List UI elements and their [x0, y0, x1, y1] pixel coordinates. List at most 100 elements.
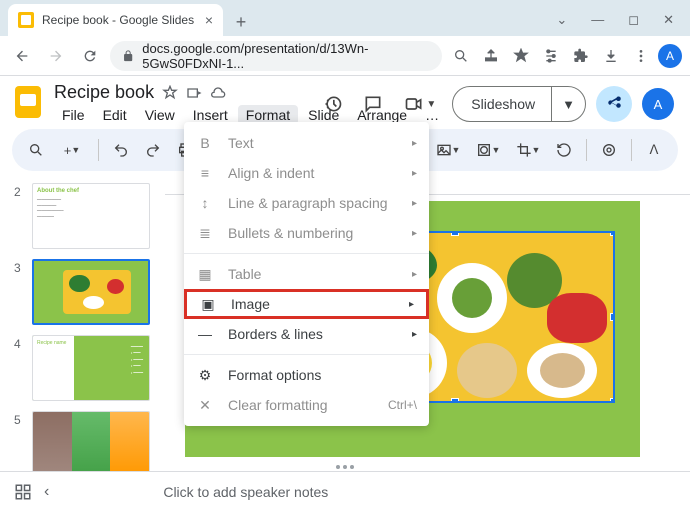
menu-item-icon: ≣: [196, 225, 214, 242]
account-avatar[interactable]: A: [642, 88, 674, 120]
menu-item-icon: ▦: [196, 266, 214, 283]
prev-arrow-icon[interactable]: ‹: [44, 483, 49, 501]
slide-thumb-3[interactable]: 3: [14, 259, 165, 325]
cloud-icon[interactable]: [210, 85, 226, 101]
mask-image-button[interactable]: ▼: [470, 136, 506, 164]
menu-item-icon: B: [196, 135, 214, 151]
url-text: docs.google.com/presentation/d/13Wn-5GwS…: [142, 41, 430, 71]
menu-item-icon: ↕: [196, 195, 214, 211]
redo-button[interactable]: [139, 136, 167, 164]
move-icon[interactable]: [186, 85, 202, 101]
slide-thumb-5[interactable]: 5: [14, 411, 165, 476]
submenu-arrow-icon: ▸: [412, 228, 417, 239]
menu-item-label: Bullets & numbering: [228, 225, 353, 241]
menu-item-label: Borders & lines: [228, 326, 323, 342]
format-menu-align-indent: ≡Align & indent▸: [184, 158, 429, 188]
menu-view[interactable]: View: [137, 105, 183, 125]
star-icon[interactable]: [162, 85, 178, 101]
format-menu-text: BText▸: [184, 128, 429, 158]
zoom-icon[interactable]: [448, 42, 474, 70]
format-menu: BText▸≡Align & indent▸↕Line & paragraph …: [184, 122, 429, 426]
menu-item-label: Clear formatting: [228, 397, 328, 413]
browser-tab[interactable]: Recipe book - Google Slides ×: [8, 4, 223, 36]
puzzle-icon[interactable]: [568, 42, 594, 70]
doc-title[interactable]: Recipe book: [54, 82, 154, 103]
format-menu-format-options[interactable]: ⚙ Format options: [184, 360, 429, 390]
history-icon[interactable]: [318, 89, 348, 119]
slide-number: 5: [14, 411, 24, 476]
slide-number: 4: [14, 335, 24, 401]
format-menu-borders-lines[interactable]: — Borders & lines ▸: [184, 319, 429, 349]
tune-icon[interactable]: [538, 42, 564, 70]
chrome-titlebar: Recipe book - Google Slides × + ⌄ — ◻ ✕: [0, 0, 690, 36]
new-tab-button[interactable]: +: [227, 8, 255, 36]
kebab-icon[interactable]: [628, 42, 654, 70]
reset-image-button[interactable]: [550, 136, 578, 164]
lock-icon: [122, 49, 134, 63]
filmstrip[interactable]: 2About the chef━━━━━━━━━━━━━━━━━━━━━━━━━…: [0, 177, 165, 476]
menu-edit[interactable]: Edit: [95, 105, 135, 125]
slideshow-button[interactable]: Slideshow ▼: [452, 86, 586, 122]
share-button[interactable]: [596, 86, 632, 122]
slides-logo[interactable]: [12, 82, 44, 122]
forward-button[interactable]: [42, 42, 70, 70]
window-controls: ⌄ — ◻ ✕: [556, 12, 690, 36]
chevron-down-icon[interactable]: ⌄: [556, 12, 567, 28]
new-slide-button[interactable]: +▼: [54, 136, 90, 164]
comment-icon[interactable]: [358, 89, 388, 119]
search-menus-icon[interactable]: [22, 136, 50, 164]
thumbnail[interactable]: Recipe name━━━━━• ━━━• ━━━━• ━━━• ━━━━: [32, 335, 150, 401]
thumbnail[interactable]: [32, 411, 150, 476]
toolbar-collapse-icon[interactable]: ᐱ: [640, 136, 668, 164]
format-menu-image[interactable]: ▣ Image ▸: [184, 289, 429, 319]
slide-number: 2: [14, 183, 24, 249]
menu-item-icon: —: [196, 326, 214, 342]
slideshow-caret[interactable]: ▼: [551, 87, 585, 121]
download-icon[interactable]: [598, 42, 624, 70]
thumbnail[interactable]: About the chef━━━━━━━━━━━━━━━━━━━━━━━━━━…: [32, 183, 150, 249]
reload-button[interactable]: [76, 42, 104, 70]
menu-item-icon: ✕: [196, 397, 214, 414]
maximize-icon[interactable]: ◻: [628, 12, 639, 28]
share-chrome-icon[interactable]: [478, 42, 504, 70]
menu-item-label: Line & paragraph spacing: [228, 195, 388, 211]
replace-image-button[interactable]: ▼: [430, 136, 466, 164]
submenu-arrow-icon: ▸: [412, 198, 417, 209]
slide-thumb-4[interactable]: 4Recipe name━━━━━• ━━━• ━━━━• ━━━• ━━━━: [14, 335, 165, 401]
chrome-profile-avatar[interactable]: A: [658, 44, 682, 68]
undo-button[interactable]: [107, 136, 135, 164]
slides-header: Recipe book FileEditViewInsertFormatSlid…: [0, 76, 690, 125]
speaker-notes-placeholder[interactable]: Click to add speaker notes: [163, 484, 328, 500]
speaker-notes-bar: ‹ Click to add speaker notes: [0, 471, 690, 511]
menu-item-label: Image: [231, 296, 270, 312]
close-icon[interactable]: ✕: [663, 12, 674, 28]
tab-title: Recipe book - Google Slides: [42, 13, 197, 27]
format-menu-bullets-numbering: ≣ Bullets & numbering ▸: [184, 218, 429, 248]
submenu-arrow-icon: ▸: [412, 168, 417, 179]
minimize-icon[interactable]: —: [591, 12, 604, 28]
slideshow-label: Slideshow: [453, 96, 551, 112]
menu-item-icon: ▣: [199, 296, 217, 313]
back-button[interactable]: [8, 42, 36, 70]
bookmark-icon[interactable]: [508, 42, 534, 70]
menu-item-label: Format options: [228, 367, 321, 383]
slide-thumb-2[interactable]: 2About the chef━━━━━━━━━━━━━━━━━━━━━━━━━…: [14, 183, 165, 249]
menu-item-label: Align & indent: [228, 165, 314, 181]
shortcut-label: Ctrl+\: [388, 398, 417, 412]
format-menu-clear-formatting: ✕ Clear formatting Ctrl+\: [184, 390, 429, 420]
grid-view-icon[interactable]: [14, 483, 32, 501]
submenu-arrow-icon: ▸: [412, 329, 417, 340]
format-menu-line-paragraph-spacing: ↕ Line & paragraph spacing ▸: [184, 188, 429, 218]
format-menu-table: ▦Table▸: [184, 259, 429, 289]
thumbnail[interactable]: [32, 259, 150, 325]
tab-close-icon[interactable]: ×: [205, 12, 213, 28]
motion-button[interactable]: [595, 136, 623, 164]
submenu-arrow-icon: ▸: [409, 299, 414, 310]
menu-item-icon: ⚙: [196, 367, 214, 384]
menu-item-label: Text: [228, 135, 254, 151]
slide-number: 3: [14, 259, 24, 325]
meet-icon[interactable]: ▼: [398, 89, 442, 119]
crop-image-button[interactable]: ▼: [510, 136, 546, 164]
menu-file[interactable]: File: [54, 105, 93, 125]
omnibox[interactable]: docs.google.com/presentation/d/13Wn-5GwS…: [110, 41, 442, 71]
